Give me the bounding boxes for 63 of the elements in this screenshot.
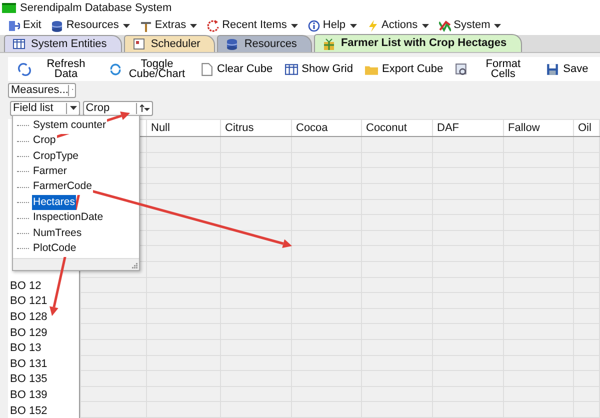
- database-icon: [226, 38, 238, 50]
- row-label: BO 135: [10, 373, 48, 386]
- grid-icon: [284, 62, 298, 76]
- row-label: BO 129: [10, 326, 48, 339]
- tab[interactable]: System Entities: [4, 35, 122, 52]
- toolbar-button[interactable]: Clear Cube: [194, 62, 279, 76]
- menu-item[interactable]: Extras: [140, 17, 186, 34]
- field-list-dropdown[interactable]: Field list: [10, 100, 80, 116]
- calendar-icon: [132, 38, 145, 50]
- row-label: BO 12: [10, 280, 42, 292]
- page-icon: [200, 62, 213, 76]
- toolbar-button[interactable]: Toggle Cube/Chart: [103, 59, 194, 79]
- menu-item[interactable]: Exit: [8, 17, 42, 34]
- tree-item[interactable]: FarmerCode: [32, 179, 93, 196]
- exit-icon: [8, 20, 20, 32]
- menu-item[interactable]: Resources: [51, 17, 119, 34]
- window-title: Serendipalm Database System: [20, 0, 172, 16]
- lightning-icon: [366, 20, 379, 32]
- menu-item[interactable]: Actions: [366, 17, 418, 34]
- app-icon: [2, 3, 16, 13]
- tree-item[interactable]: InspectionDate: [32, 210, 104, 226]
- tree-item[interactable]: Hectares: [32, 194, 76, 211]
- toolbar-button[interactable]: Export Cube: [359, 62, 450, 76]
- resize-grip-icon[interactable]: [131, 262, 138, 269]
- tree-item[interactable]: CropType: [32, 148, 80, 164]
- sort-caret-icon: [140, 104, 150, 112]
- save-icon: [546, 62, 560, 76]
- menu-item[interactable]: System: [438, 17, 490, 34]
- tab[interactable]: Farmer List with Crop Hectages: [314, 34, 522, 52]
- column-header: Oil: [578, 122, 592, 134]
- zigzag-icon: [438, 20, 451, 32]
- tree-item[interactable]: System counter: [32, 118, 107, 134]
- row-label: BO 13: [10, 342, 42, 354]
- tab[interactable]: Scheduler: [124, 35, 216, 52]
- gift-icon: [322, 38, 335, 50]
- row-label: BO 131: [10, 358, 48, 370]
- column-header: Fallow: [508, 122, 540, 134]
- menu-item[interactable]: Help: [308, 17, 346, 34]
- tree-item[interactable]: NumTrees: [32, 226, 83, 242]
- recent-icon: [207, 20, 220, 32]
- row-label: BO 121: [10, 295, 48, 308]
- column-header: DAF: [437, 122, 459, 134]
- refresh-icon: [109, 62, 122, 76]
- database-icon: [51, 20, 64, 32]
- column-field-dropdown[interactable]: Crop: [82, 100, 153, 116]
- row-label: BO 139: [10, 388, 48, 401]
- toolbar-button[interactable]: Refresh Data: [12, 59, 103, 79]
- measures-dropdown[interactable]: Measures...: [8, 83, 76, 98]
- tab[interactable]: Resources: [217, 35, 312, 52]
- row-label: BO 152: [10, 404, 48, 416]
- column-header: Cocoa: [296, 122, 328, 134]
- grid-icon: [13, 38, 25, 50]
- toolbar-button[interactable]: Save: [540, 62, 594, 76]
- toolbar-button[interactable]: Show Grid: [278, 62, 359, 76]
- column-header: Citrus: [225, 122, 254, 134]
- toolbar-button[interactable]: Format Cells: [449, 59, 540, 79]
- refresh-icon: [18, 62, 31, 76]
- tree-item[interactable]: PlotCode: [32, 240, 78, 257]
- row-label: BO 128: [10, 310, 48, 323]
- column-header: Coconut: [366, 122, 407, 134]
- menu-item[interactable]: Recent Items: [207, 17, 287, 34]
- column-header: Null: [151, 122, 170, 134]
- help-icon: [308, 20, 320, 32]
